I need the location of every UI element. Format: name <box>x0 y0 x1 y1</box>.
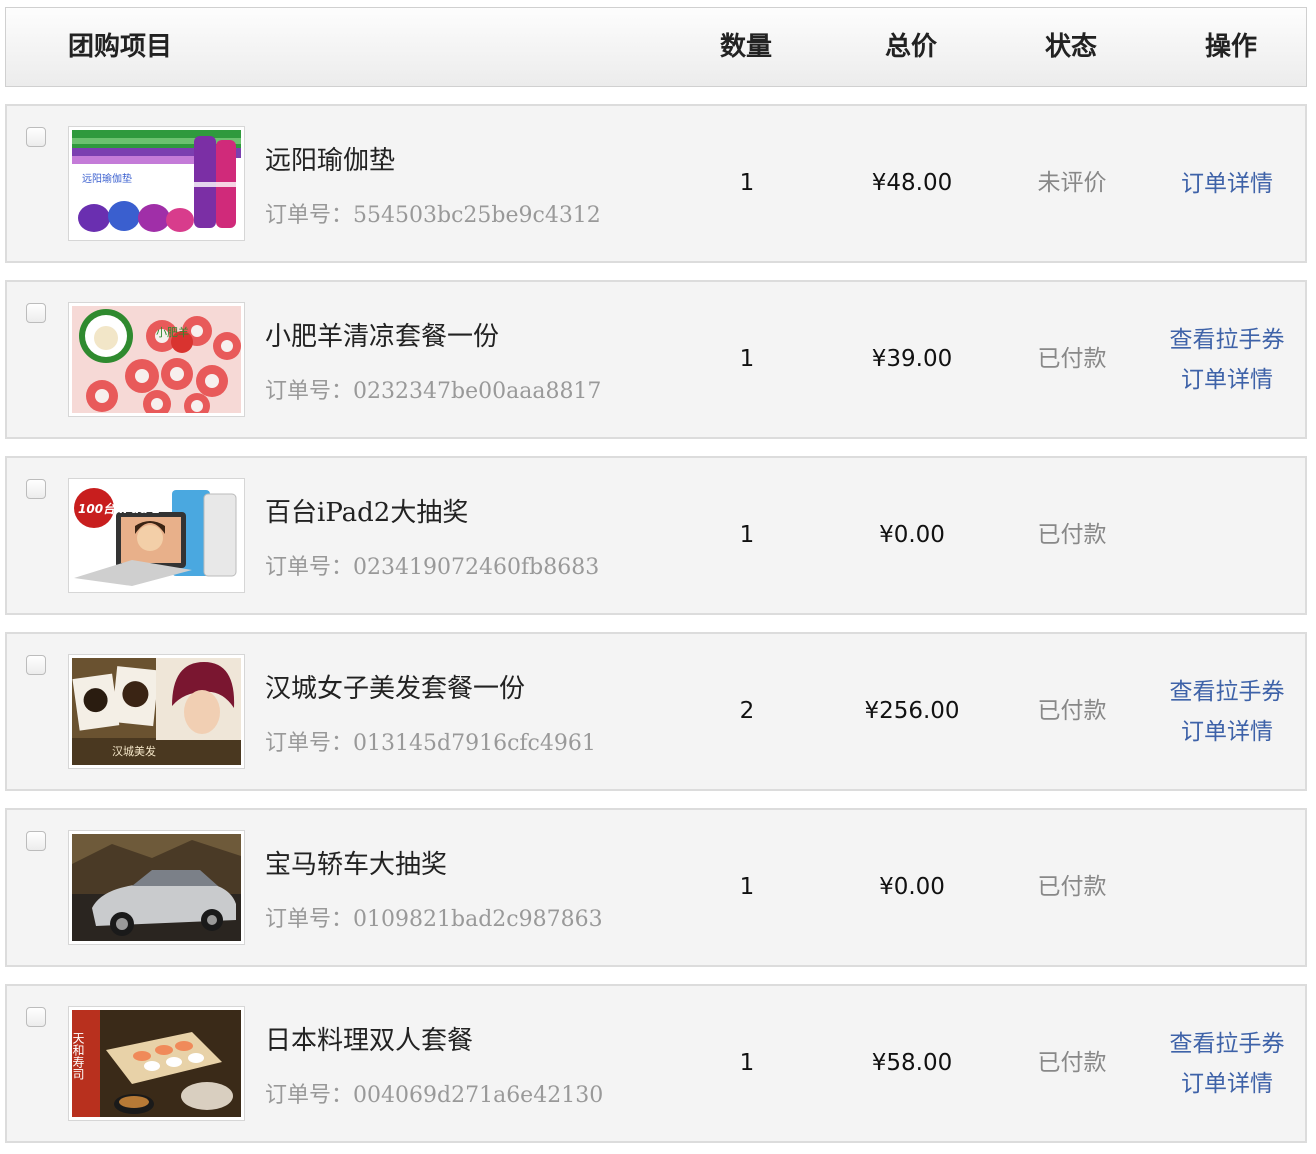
order-label: 订单号： <box>265 555 354 580</box>
order-value: 013145d7916cfc4961 <box>353 731 596 756</box>
thumb-caption: 汉城美发 <box>112 744 156 758</box>
order-number: 订单号：554503bc25be9c4312 <box>265 197 601 229</box>
hair-salon-image: 汉城美发 <box>72 658 241 765</box>
quantity: 1 <box>739 1050 755 1076</box>
table-row: 远阳瑜伽垫 远阳瑜伽垫 订单号：554503bc25be9c4312 1 ¥48… <box>5 104 1307 263</box>
table-row: 汉城美发 汉城女子美发套餐一份 订单号：013145d7916cfc4961 2… <box>5 632 1307 791</box>
row-checkbox[interactable] <box>26 655 46 675</box>
header-status: 状态 <box>1044 32 1097 62</box>
sushi-image: 天和寿司 <box>72 1010 241 1117</box>
order-number: 订单号：023419072460fb8683 <box>265 549 599 581</box>
order-detail-link[interactable]: 订单详情 <box>1181 164 1273 204</box>
lamb-rolls-image: 小肥羊 <box>72 306 241 413</box>
product-thumbnail[interactable]: 汉城美发 <box>68 654 245 769</box>
order-status: 已付款 <box>1037 698 1107 724</box>
order-detail-link[interactable]: 订单详情 <box>1181 1064 1273 1104</box>
product-thumbnail[interactable] <box>68 830 245 945</box>
order-status: 已付款 <box>1037 346 1107 372</box>
total-price: ¥58.00 <box>871 1050 953 1076</box>
total-price: ¥0.00 <box>879 874 945 900</box>
bmw-car-image <box>72 834 241 941</box>
order-value: 554503bc25be9c4312 <box>353 203 601 228</box>
order-value: 004069d271a6e42130 <box>353 1083 604 1108</box>
table-row: 天和寿司 日本料理双人套餐 订单号：004069d271a6e42130 1 ¥… <box>5 984 1307 1143</box>
order-label: 订单号： <box>265 203 354 228</box>
deal-name[interactable]: 宝马轿车大抽奖 <box>265 844 447 881</box>
order-status: 已付款 <box>1037 874 1107 900</box>
order-value: 023419072460fb8683 <box>353 555 600 580</box>
order-value: 0232347be00aaa8817 <box>353 379 602 404</box>
row-actions: 查看拉手券 订单详情 <box>1147 986 1307 1141</box>
order-label: 订单号： <box>265 907 354 932</box>
quantity: 2 <box>739 698 755 724</box>
quantity: 1 <box>739 346 755 372</box>
product-thumbnail[interactable]: 小肥羊 <box>68 302 245 417</box>
yoga-mat-image: 远阳瑜伽垫 <box>72 130 241 237</box>
row-actions: 订单详情 <box>1147 106 1307 261</box>
ipad-image: 100台 iPad 2 <box>72 482 241 589</box>
deal-name[interactable]: 日本料理双人套餐 <box>265 1020 473 1057</box>
total-price: ¥0.00 <box>879 522 945 548</box>
product-thumbnail[interactable]: 天和寿司 <box>68 1006 245 1121</box>
row-checkbox[interactable] <box>26 479 46 499</box>
row-checkbox[interactable] <box>26 1007 46 1027</box>
order-number: 订单号：013145d7916cfc4961 <box>265 725 596 757</box>
order-detail-link[interactable]: 订单详情 <box>1181 360 1273 400</box>
order-status: 已付款 <box>1037 522 1107 548</box>
order-detail-link[interactable]: 订单详情 <box>1181 712 1273 752</box>
row-checkbox[interactable] <box>26 831 46 851</box>
order-label: 订单号： <box>265 379 354 404</box>
total-price: ¥39.00 <box>871 346 953 372</box>
table-row: 100台 iPad 2 百台iPad2大抽奖 订单号：023419072460f… <box>5 456 1307 615</box>
total-price: ¥48.00 <box>871 170 953 196</box>
row-checkbox[interactable] <box>26 127 46 147</box>
thumb-caption: 小肥羊 <box>156 325 189 339</box>
order-number: 订单号：004069d271a6e42130 <box>265 1077 603 1109</box>
deal-name[interactable]: 远阳瑜伽垫 <box>265 140 395 177</box>
deal-name[interactable]: 小肥羊清凉套餐一份 <box>265 316 499 353</box>
quantity: 1 <box>739 522 755 548</box>
table-row: 小肥羊 小肥羊清凉套餐一份 订单号：0232347be00aaa8817 1 ¥… <box>5 280 1307 439</box>
order-status: 已付款 <box>1037 1050 1107 1076</box>
order-number: 订单号：0232347be00aaa8817 <box>265 373 601 405</box>
row-actions: 查看拉手券 订单详情 <box>1147 634 1307 789</box>
header-item: 团购项目 <box>68 32 173 62</box>
row-actions: 查看拉手券 订单详情 <box>1147 282 1307 437</box>
quantity: 1 <box>739 874 755 900</box>
order-label: 订单号： <box>265 731 354 756</box>
order-value: 0109821bad2c987863 <box>353 907 603 932</box>
view-coupon-link[interactable]: 查看拉手券 <box>1170 672 1285 712</box>
table-header: 团购项目 数量 总价 状态 操作 <box>5 7 1307 87</box>
row-actions <box>1147 458 1307 613</box>
thumb-caption: 100台 iPad 2 <box>78 502 161 516</box>
row-actions <box>1147 810 1307 965</box>
product-thumbnail[interactable]: 100台 iPad 2 <box>68 478 245 593</box>
thumb-caption: 天和寿司 <box>72 1032 85 1080</box>
header-qty: 数量 <box>719 32 772 62</box>
table-row: 宝马轿车大抽奖 订单号：0109821bad2c987863 1 ¥0.00 已… <box>5 808 1307 967</box>
order-label: 订单号： <box>265 1083 354 1108</box>
order-status: 未评价 <box>1037 170 1107 196</box>
row-checkbox[interactable] <box>26 303 46 323</box>
product-thumbnail[interactable]: 远阳瑜伽垫 <box>68 126 245 241</box>
header-operation: 操作 <box>1204 32 1257 62</box>
header-total: 总价 <box>884 32 937 62</box>
view-coupon-link[interactable]: 查看拉手券 <box>1170 1024 1285 1064</box>
deal-name[interactable]: 百台iPad2大抽奖 <box>265 492 468 529</box>
quantity: 1 <box>739 170 755 196</box>
order-number: 订单号：0109821bad2c987863 <box>265 901 603 933</box>
deal-name[interactable]: 汉城女子美发套餐一份 <box>265 668 525 705</box>
total-price: ¥256.00 <box>864 698 960 724</box>
view-coupon-link[interactable]: 查看拉手券 <box>1170 320 1285 360</box>
thumb-caption: 远阳瑜伽垫 <box>82 172 132 185</box>
